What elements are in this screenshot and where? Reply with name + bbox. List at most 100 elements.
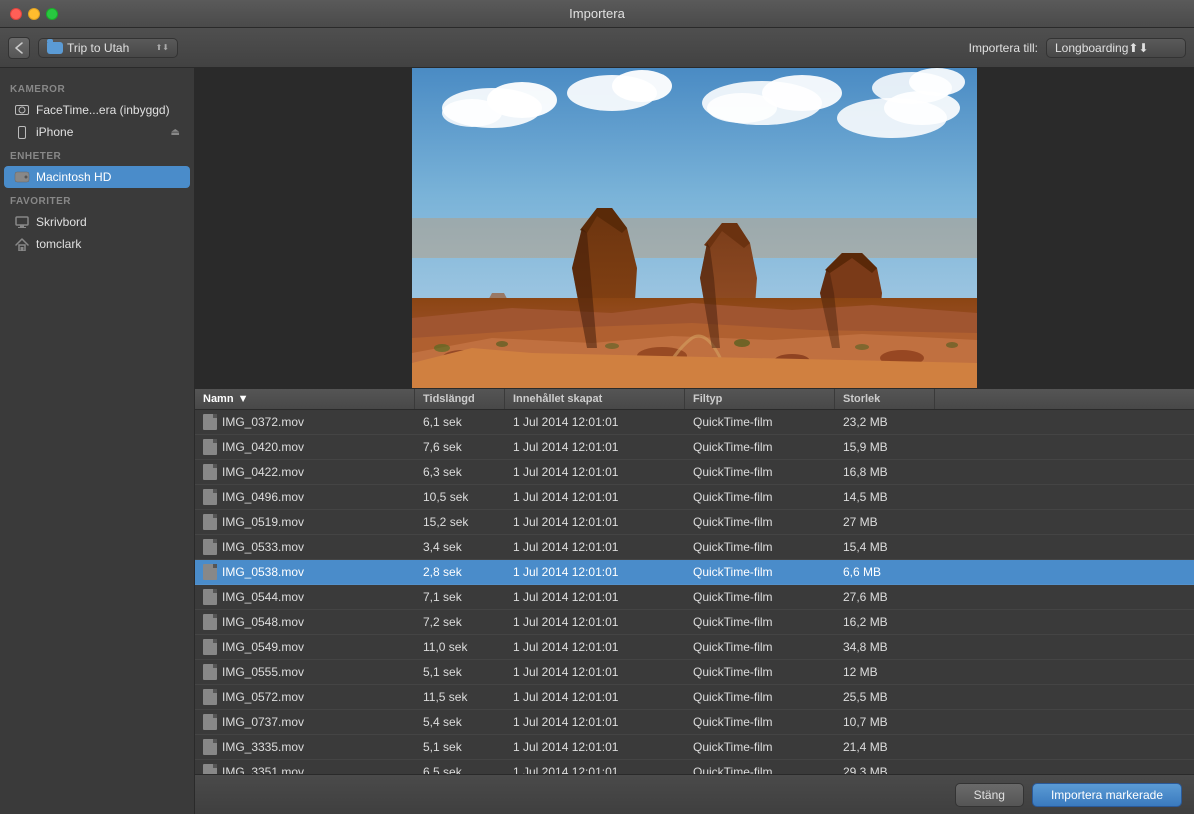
table-row[interactable]: IMG_3351.mov 6,5 sek 1 Jul 2014 12:01:01… [195, 760, 1194, 774]
table-row[interactable]: IMG_0372.mov 6,1 sek 1 Jul 2014 12:01:01… [195, 410, 1194, 435]
col-header-size[interactable]: Storlek [835, 389, 935, 409]
devices-header: ENHETER [0, 143, 194, 166]
sidebar-item-tomclark[interactable]: tomclark [4, 233, 190, 255]
table-row[interactable]: IMG_0538.mov 2,8 sek 1 Jul 2014 12:01:01… [195, 560, 1194, 585]
close-button[interactable] [10, 8, 22, 20]
file-icon [203, 689, 217, 705]
file-icon [203, 664, 217, 680]
file-created: 1 Jul 2014 12:01:01 [505, 486, 685, 508]
folder-selector[interactable]: Trip to Utah ⬆⬇ [38, 38, 178, 58]
file-name: IMG_0548.mov [222, 615, 304, 629]
file-duration: 5,1 sek [415, 736, 505, 758]
file-created: 1 Jul 2014 12:01:01 [505, 711, 685, 733]
sidebar-item-iphone[interactable]: iPhone ⏏ [4, 121, 190, 143]
file-size: 23,2 MB [835, 411, 935, 433]
file-name: IMG_3351.mov [222, 765, 304, 774]
file-name: IMG_0572.mov [222, 690, 304, 704]
file-icon [203, 414, 217, 430]
table-row[interactable]: IMG_0533.mov 3,4 sek 1 Jul 2014 12:01:01… [195, 535, 1194, 560]
file-type: QuickTime-film [685, 736, 835, 758]
table-row[interactable]: IMG_0548.mov 7,2 sek 1 Jul 2014 12:01:01… [195, 610, 1194, 635]
facetime-label: FaceTime...era (inbyggd) [36, 103, 180, 117]
file-duration: 11,5 sek [415, 686, 505, 708]
minimize-button[interactable] [28, 8, 40, 20]
home-icon [14, 236, 30, 252]
iphone-label: iPhone [36, 125, 165, 139]
cancel-button[interactable]: Stäng [955, 783, 1024, 807]
table-row[interactable]: IMG_0420.mov 7,6 sek 1 Jul 2014 12:01:01… [195, 435, 1194, 460]
file-created: 1 Jul 2014 12:01:01 [505, 411, 685, 433]
folder-icon [47, 42, 63, 54]
file-type: QuickTime-film [685, 436, 835, 458]
file-icon [203, 639, 217, 655]
table-row[interactable]: IMG_0549.mov 11,0 sek 1 Jul 2014 12:01:0… [195, 635, 1194, 660]
file-size: 27,6 MB [835, 586, 935, 608]
eject-icon[interactable]: ⏏ [171, 127, 180, 138]
file-size: 6,6 MB [835, 561, 935, 583]
sidebar-item-macintosh-hd[interactable]: Macintosh HD [4, 166, 190, 188]
camera-icon [14, 102, 30, 118]
sidebar: KAMEROR FaceTime...era (inbyggd) iPhone … [0, 68, 195, 814]
sidebar-item-skrivbord[interactable]: Skrivbord [4, 211, 190, 233]
toolbar: Trip to Utah ⬆⬇ Importera till: Longboar… [0, 28, 1194, 68]
main-content: KAMEROR FaceTime...era (inbyggd) iPhone … [0, 68, 1194, 814]
file-icon [203, 489, 217, 505]
table-row[interactable]: IMG_3335.mov 5,1 sek 1 Jul 2014 12:01:01… [195, 735, 1194, 760]
import-to-label: Importera till: [969, 41, 1038, 55]
file-name: IMG_0422.mov [222, 465, 304, 479]
tomclark-label: tomclark [36, 237, 180, 251]
file-name: IMG_0519.mov [222, 515, 304, 529]
file-size: 15,9 MB [835, 436, 935, 458]
file-created: 1 Jul 2014 12:01:01 [505, 661, 685, 683]
sidebar-item-facetime[interactable]: FaceTime...era (inbyggd) [4, 99, 190, 121]
file-type: QuickTime-film [685, 661, 835, 683]
file-created: 1 Jul 2014 12:01:01 [505, 636, 685, 658]
file-created: 1 Jul 2014 12:01:01 [505, 761, 685, 774]
table-row[interactable]: IMG_0555.mov 5,1 sek 1 Jul 2014 12:01:01… [195, 660, 1194, 685]
file-size: 34,8 MB [835, 636, 935, 658]
preview-image [412, 68, 977, 388]
table-row[interactable]: IMG_0572.mov 11,5 sek 1 Jul 2014 12:01:0… [195, 685, 1194, 710]
file-duration: 7,2 sek [415, 611, 505, 633]
favorites-header: FAVORITER [0, 188, 194, 211]
file-type: QuickTime-film [685, 536, 835, 558]
file-created: 1 Jul 2014 12:01:01 [505, 461, 685, 483]
hd-icon [14, 169, 30, 185]
table-row[interactable]: IMG_0422.mov 6,3 sek 1 Jul 2014 12:01:01… [195, 460, 1194, 485]
file-icon [203, 589, 217, 605]
file-type: QuickTime-film [685, 636, 835, 658]
file-type: QuickTime-film [685, 411, 835, 433]
table-row[interactable]: IMG_0737.mov 5,4 sek 1 Jul 2014 12:01:01… [195, 710, 1194, 735]
file-name: IMG_0533.mov [222, 540, 304, 554]
file-type: QuickTime-film [685, 486, 835, 508]
import-button[interactable]: Importera markerade [1032, 783, 1182, 807]
col-header-name[interactable]: Namn ▼ [195, 389, 415, 409]
table-row[interactable]: IMG_0496.mov 10,5 sek 1 Jul 2014 12:01:0… [195, 485, 1194, 510]
file-icon [203, 514, 217, 530]
file-duration: 2,8 sek [415, 561, 505, 583]
file-created: 1 Jul 2014 12:01:01 [505, 586, 685, 608]
bottom-bar: Stäng Importera markerade [195, 774, 1194, 814]
import-dest-value: Longboarding [1055, 41, 1128, 55]
file-duration: 6,5 sek [415, 761, 505, 774]
file-type: QuickTime-film [685, 611, 835, 633]
col-header-created[interactable]: Innehållet skapat [505, 389, 685, 409]
file-list: Namn ▼ Tidslängd Innehållet skapat Filty… [195, 388, 1194, 774]
file-icon [203, 614, 217, 630]
iphone-icon [14, 124, 30, 140]
file-size: 16,8 MB [835, 461, 935, 483]
file-icon [203, 714, 217, 730]
file-name: IMG_0372.mov [222, 415, 304, 429]
file-name: IMG_0544.mov [222, 590, 304, 604]
folder-name: Trip to Utah [67, 41, 152, 55]
file-icon [203, 739, 217, 755]
import-dest-selector[interactable]: Longboarding ⬆⬇ [1046, 38, 1186, 58]
maximize-button[interactable] [46, 8, 58, 20]
col-header-type[interactable]: Filtyp [685, 389, 835, 409]
col-header-duration[interactable]: Tidslängd [415, 389, 505, 409]
file-type: QuickTime-film [685, 711, 835, 733]
folder-dropdown-arrow: ⬆⬇ [156, 43, 169, 52]
back-button[interactable] [8, 37, 30, 59]
table-row[interactable]: IMG_0544.mov 7,1 sek 1 Jul 2014 12:01:01… [195, 585, 1194, 610]
table-row[interactable]: IMG_0519.mov 15,2 sek 1 Jul 2014 12:01:0… [195, 510, 1194, 535]
